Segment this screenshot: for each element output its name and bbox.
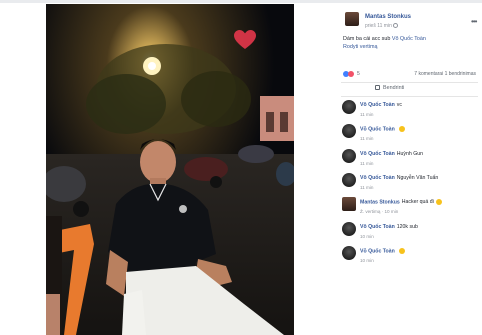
globe-icon (392, 23, 398, 29)
author-avatar[interactable] (345, 12, 359, 26)
comment-text: 120k sub (396, 224, 418, 230)
comment-time[interactable]: 11 min (360, 112, 373, 117)
comment-time[interactable]: 11 min (360, 161, 373, 166)
comment-text: vc (396, 102, 402, 108)
caption-text: Dám ba cái acc sub (343, 36, 392, 42)
divider (341, 82, 478, 83)
comments-shares-count[interactable]: 7 komentarai 1 bendrinimas (414, 71, 476, 77)
post-photo[interactable] (46, 4, 294, 335)
comment-time[interactable]: 10 min (360, 258, 374, 263)
post-sidebar: Mantas Stonkus prieš 11 min ••• Dám ba c… (337, 4, 482, 335)
top-border (0, 0, 482, 3)
comment-time[interactable]: 11 min (360, 136, 373, 141)
reaction-bar: 5 7 komentarai 1 bendrinimas (343, 71, 476, 79)
post-header: Mantas Stonkus prieš 11 min ••• (343, 12, 478, 34)
divider (341, 96, 478, 97)
photo-viewer: Mantas Stonkus prieš 11 min ••• Dám ba c… (0, 0, 482, 335)
comment-text: Huỳnh Gun (396, 151, 424, 157)
love-reaction-icon[interactable] (348, 71, 354, 77)
comment-author[interactable]: Võ Quốc Toàn vc (360, 102, 402, 108)
comment-time[interactable]: 10 min (360, 234, 374, 239)
share-icon (375, 85, 380, 91)
commenter-avatar[interactable] (342, 246, 356, 260)
commenter-avatar[interactable] (342, 124, 356, 138)
commenter-avatar[interactable] (342, 222, 356, 236)
comment-author[interactable]: Võ Quốc Toàn 120k sub (360, 224, 418, 230)
emoji-icon (435, 199, 442, 205)
see-translation-link[interactable]: Rodyti vertimą (343, 44, 377, 50)
emoji-icon (398, 248, 405, 254)
comment-author[interactable]: Mantas Stonkus Hacker quá đi (360, 199, 442, 205)
reaction-count[interactable]: 5 (357, 71, 360, 77)
commenter-avatar[interactable] (342, 100, 356, 114)
comment-author[interactable]: Võ Quốc Toàn Huỳnh Gun (360, 151, 423, 157)
emoji-icon (398, 126, 405, 132)
more-options-icon[interactable]: ••• (471, 17, 477, 26)
post-time[interactable]: prieš 11 min (365, 23, 398, 29)
post-caption: Dám ba cái acc sub Võ Quốc Toàn Rodyti v… (343, 35, 473, 51)
author-name[interactable]: Mantas Stonkus (365, 14, 411, 20)
comment-author[interactable]: Võ Quốc Toàn (360, 248, 405, 254)
share-button[interactable]: Bendrinti (375, 85, 404, 91)
comment-text: Hacker quá đi (401, 199, 434, 206)
commenter-avatar[interactable] (342, 173, 356, 187)
comment-time[interactable]: Ž. vertimą · 10 min (360, 209, 398, 214)
comment-author[interactable]: Võ Quốc Toàn (360, 126, 405, 132)
caption-tag[interactable]: Võ Quốc Toàn (392, 36, 426, 42)
commenter-avatar[interactable] (342, 197, 356, 211)
commenter-avatar[interactable] (342, 149, 356, 163)
heart-icon (234, 30, 256, 49)
comment-author[interactable]: Võ Quốc Toàn Nguyễn Văn Tuấn (360, 175, 438, 181)
comment-text: Nguyễn Văn Tuấn (396, 175, 439, 181)
photo-image (46, 4, 294, 335)
comment-time[interactable]: 11 min (360, 185, 373, 190)
